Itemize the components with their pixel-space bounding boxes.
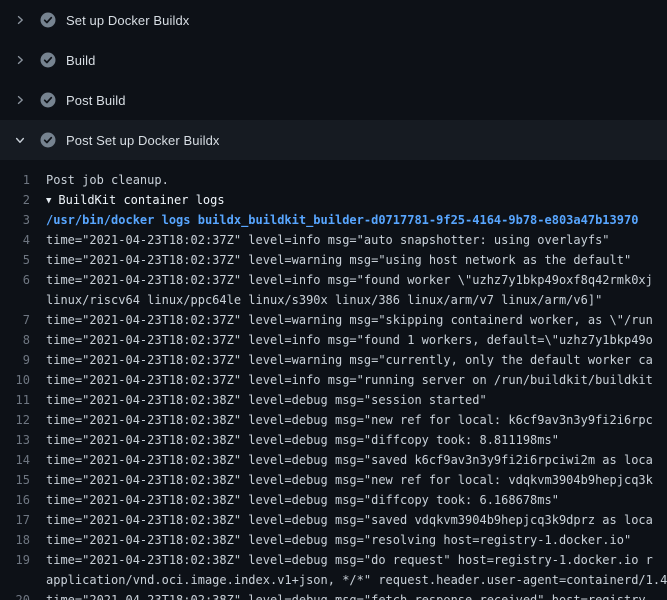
log-text: time="2021-04-23T18:02:38Z" level=debug … [46,450,667,470]
step-header-post-build[interactable]: Post Build [0,80,667,120]
actions-log-viewer: Set up Docker Buildx Build Post Build Post … [0,0,667,600]
chevron-right-icon [12,12,28,28]
log-line-number [0,290,46,310]
steps-list: Set up Docker Buildx Build Post Build Post … [0,0,667,160]
log-line: 16time="2021-04-23T18:02:38Z" level=debu… [0,490,667,510]
log-line: 15time="2021-04-23T18:02:38Z" level=debu… [0,470,667,490]
log-line: 3/usr/bin/docker logs buildx_buildkit_bu… [0,210,667,230]
log-line: 4time="2021-04-23T18:02:37Z" level=info … [0,230,667,250]
log-line-number[interactable]: 2 [0,190,46,210]
log-line-number[interactable]: 3 [0,210,46,230]
log-line: 12time="2021-04-23T18:02:38Z" level=debu… [0,410,667,430]
log-line-number[interactable]: 10 [0,370,46,390]
log-line-continuation: linux/riscv64 linux/ppc64le linux/s390x … [0,290,667,310]
log-group-toggle[interactable]: ▼BuildKit container logs [46,190,667,210]
step-label: Build [66,53,95,68]
log-text: time="2021-04-23T18:02:38Z" level=debug … [46,470,667,490]
log-line: 6time="2021-04-23T18:02:37Z" level=info … [0,270,667,290]
log-line-number[interactable]: 18 [0,530,46,550]
log-text: time="2021-04-23T18:02:37Z" level=warnin… [46,250,667,270]
check-circle-icon [40,52,56,68]
log-line: 10time="2021-04-23T18:02:37Z" level=info… [0,370,667,390]
log-line: 1Post job cleanup. [0,170,667,190]
log-line-number[interactable]: 13 [0,430,46,450]
log-text: time="2021-04-23T18:02:38Z" level=debug … [46,490,667,510]
log-line: 9time="2021-04-23T18:02:37Z" level=warni… [0,350,667,370]
log-text: time="2021-04-23T18:02:37Z" level=warnin… [46,350,667,370]
log-line-number[interactable]: 6 [0,270,46,290]
log-line-number[interactable]: 19 [0,550,46,570]
check-circle-icon [40,12,56,28]
step-label: Set up Docker Buildx [66,13,189,28]
log-line-number[interactable]: 17 [0,510,46,530]
log-line-number[interactable]: 11 [0,390,46,410]
step-header-post-set-up-docker-buildx[interactable]: Post Set up Docker Buildx [0,120,667,160]
log-line: 11time="2021-04-23T18:02:38Z" level=debu… [0,390,667,410]
log-line: 2▼BuildKit container logs [0,190,667,210]
log-text: time="2021-04-23T18:02:38Z" level=debug … [46,410,667,430]
log-text: time="2021-04-23T18:02:37Z" level=warnin… [46,310,667,330]
log-line-number[interactable]: 16 [0,490,46,510]
log-text: time="2021-04-23T18:02:37Z" level=info m… [46,270,667,290]
log-line: 5time="2021-04-23T18:02:37Z" level=warni… [0,250,667,270]
log-text: Post job cleanup. [46,170,667,190]
log-line-number[interactable]: 14 [0,450,46,470]
log-line-number[interactable]: 9 [0,350,46,370]
log-line-continuation: application/vnd.oci.image.index.v1+json,… [0,570,667,590]
chevron-right-icon [12,52,28,68]
log-line: 18time="2021-04-23T18:02:38Z" level=debu… [0,530,667,550]
log-text: time="2021-04-23T18:02:37Z" level=info m… [46,230,667,250]
log-line-number[interactable]: 8 [0,330,46,350]
log-text: time="2021-04-23T18:02:38Z" level=debug … [46,550,667,570]
log-text: linux/riscv64 linux/ppc64le linux/s390x … [46,290,667,310]
step-header-set-up-docker-buildx[interactable]: Set up Docker Buildx [0,0,667,40]
log-line: 20time="2021-04-23T18:02:38Z" level=debu… [0,590,667,600]
log-text: time="2021-04-23T18:02:37Z" level=info m… [46,330,667,350]
log-line: 7time="2021-04-23T18:02:37Z" level=warni… [0,310,667,330]
log-text: time="2021-04-23T18:02:38Z" level=debug … [46,590,667,600]
step-header-build[interactable]: Build [0,40,667,80]
chevron-down-icon [12,132,28,148]
check-circle-icon [40,92,56,108]
log-text: time="2021-04-23T18:02:38Z" level=debug … [46,390,667,410]
log-text: application/vnd.oci.image.index.v1+json,… [46,570,667,590]
step-label: Post Build [66,93,126,108]
triangle-down-icon: ▼ [46,191,51,210]
log-line: 13time="2021-04-23T18:02:38Z" level=debu… [0,430,667,450]
log-line: 14time="2021-04-23T18:02:38Z" level=debu… [0,450,667,470]
log-line: 8time="2021-04-23T18:02:37Z" level=info … [0,330,667,350]
log-text: time="2021-04-23T18:02:38Z" level=debug … [46,530,667,550]
log-text: time="2021-04-23T18:02:38Z" level=debug … [46,510,667,530]
log-line-number[interactable]: 15 [0,470,46,490]
chevron-right-icon [12,92,28,108]
log-line-number[interactable]: 7 [0,310,46,330]
log-line-number[interactable]: 4 [0,230,46,250]
log-command-text: /usr/bin/docker logs buildx_buildkit_bui… [46,210,667,230]
check-circle-icon [40,132,56,148]
log-line: 19time="2021-04-23T18:02:38Z" level=debu… [0,550,667,570]
log-line-number [0,570,46,590]
log-line: 17time="2021-04-23T18:02:38Z" level=debu… [0,510,667,530]
log-line-number[interactable]: 20 [0,590,46,600]
step-label: Post Set up Docker Buildx [66,133,220,148]
log-area: 1Post job cleanup.2▼BuildKit container l… [0,160,667,600]
log-line-number[interactable]: 12 [0,410,46,430]
log-line-number[interactable]: 5 [0,250,46,270]
log-text: time="2021-04-23T18:02:37Z" level=info m… [46,370,667,390]
log-line-number[interactable]: 1 [0,170,46,190]
log-text: time="2021-04-23T18:02:38Z" level=debug … [46,430,667,450]
